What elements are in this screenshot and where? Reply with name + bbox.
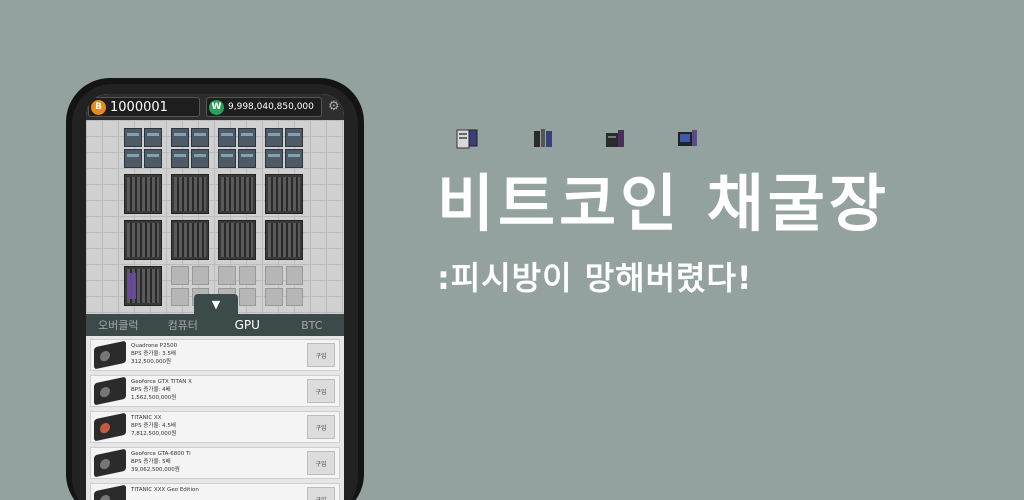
pc-case-pixel-icon bbox=[456, 129, 478, 149]
app-subtitle: :피시방이 망해버렸다! bbox=[437, 259, 753, 297]
list-item: Geoforce GTA-6800 Ti BPS 증가율: 5배 39,062,… bbox=[90, 447, 340, 479]
bitcoin-icon: B bbox=[91, 99, 106, 115]
gpu-card-icon bbox=[171, 128, 209, 168]
krw-amount: 9,998,040,850,000 bbox=[228, 102, 314, 112]
list-item: TITANIC XX BPS 증가율: 4.5배 7,812,500,000원 … bbox=[90, 411, 340, 443]
gpu-slot[interactable] bbox=[124, 128, 162, 168]
item-price: 312,500,000원 bbox=[131, 359, 172, 365]
empty-slot-icon bbox=[265, 266, 303, 306]
item-bps: BPS 증가율: 3.5배 bbox=[131, 351, 176, 357]
item-price: 39,062,500,000원 bbox=[131, 467, 180, 473]
gpu-card-icon bbox=[94, 484, 126, 500]
item-bps: BPS 증가율: 4배 bbox=[131, 387, 171, 393]
tab-computer[interactable]: 컴퓨터 bbox=[151, 314, 216, 336]
gpu-slot[interactable] bbox=[265, 174, 303, 214]
server-pixel-icon bbox=[606, 130, 624, 147]
item-bps: BPS 증가율: 5배 bbox=[131, 459, 171, 465]
gpu-slot[interactable] bbox=[171, 174, 209, 214]
gpu-card-icon bbox=[218, 174, 256, 214]
gpu-card-icon bbox=[265, 220, 303, 260]
tab-gpu[interactable]: GPU bbox=[215, 314, 280, 336]
item-name: Geoforce GTA-6800 Ti bbox=[131, 451, 191, 457]
buy-button[interactable]: 구입 bbox=[307, 451, 335, 475]
app-title: 비트코인 채굴장 bbox=[437, 167, 890, 240]
gpu-card-icon bbox=[124, 174, 162, 214]
gpu-card-icon bbox=[94, 448, 126, 478]
item-name: Geoforce GTX TITAN X bbox=[131, 379, 192, 385]
btc-amount: 1000001 bbox=[110, 99, 168, 115]
item-price: 1,562,500,000원 bbox=[131, 395, 177, 401]
gpu-slot[interactable] bbox=[124, 220, 162, 260]
gpu-slot[interactable] bbox=[124, 266, 162, 306]
gpu-card-icon bbox=[218, 128, 256, 168]
gpu-card-icon bbox=[171, 174, 209, 214]
btc-counter: B 1000001 bbox=[88, 97, 200, 117]
gpu-slot[interactable] bbox=[218, 174, 256, 214]
gpu-pixel-icon bbox=[534, 129, 552, 147]
item-name: Quadrone P2500 bbox=[131, 343, 178, 349]
list-item: TITANIC XXX Geo Edition 구입 bbox=[90, 483, 340, 500]
gpu-slot[interactable] bbox=[218, 220, 256, 260]
list-item: Geoforce GTX TITAN X BPS 증가율: 4배 1,562,5… bbox=[90, 375, 340, 407]
gpu-card-icon bbox=[94, 412, 126, 442]
gpu-card-icon bbox=[94, 376, 126, 406]
won-icon: W bbox=[209, 99, 224, 115]
buy-button[interactable]: 구입 bbox=[307, 343, 335, 367]
gpu-slot-empty[interactable] bbox=[265, 266, 303, 306]
buy-button[interactable]: 구입 bbox=[307, 487, 335, 500]
buy-button[interactable]: 구입 bbox=[307, 379, 335, 403]
gpu-card-icon bbox=[124, 266, 162, 306]
gpu-slot[interactable] bbox=[124, 174, 162, 214]
krw-counter: W 9,998,040,850,000 bbox=[206, 97, 322, 117]
item-price: 7,812,500,000원 bbox=[131, 431, 177, 437]
shop-tabs: 오버클럭 컴퓨터 GPU BTC bbox=[86, 314, 344, 336]
gpu-card-icon bbox=[171, 220, 209, 260]
gpu-shop-list: Quadrone P2500 BPS 증가율: 3.5배 312,500,000… bbox=[86, 336, 344, 500]
game-screen: B 1000001 W 9,998,040,850,000 ⚙ ▼ 오버클럭 컴… bbox=[86, 94, 344, 500]
item-name: TITANIC XX bbox=[131, 415, 162, 421]
gpu-slot[interactable] bbox=[265, 128, 303, 168]
list-item: Quadrone P2500 BPS 증가율: 3.5배 312,500,000… bbox=[90, 339, 340, 371]
gpu-card-icon bbox=[124, 220, 162, 260]
monitor-pixel-icon bbox=[678, 130, 697, 146]
tab-overclock[interactable]: 오버클럭 bbox=[86, 314, 151, 336]
drawer-toggle-button[interactable]: ▼ bbox=[194, 294, 238, 316]
tab-btc[interactable]: BTC bbox=[280, 314, 345, 336]
gpu-slot[interactable] bbox=[171, 220, 209, 260]
gpu-card-icon bbox=[265, 128, 303, 168]
gpu-slot[interactable] bbox=[171, 128, 209, 168]
gpu-slot[interactable] bbox=[218, 128, 256, 168]
gpu-card-icon bbox=[265, 174, 303, 214]
gpu-card-icon bbox=[124, 128, 162, 168]
gpu-slot[interactable] bbox=[265, 220, 303, 260]
gpu-rack-grid bbox=[86, 120, 344, 314]
gpu-card-icon bbox=[218, 220, 256, 260]
currency-bar: B 1000001 W 9,998,040,850,000 ⚙ bbox=[86, 94, 344, 120]
buy-button[interactable]: 구입 bbox=[307, 415, 335, 439]
item-name: TITANIC XXX Geo Edition bbox=[131, 487, 199, 493]
settings-gear-icon[interactable]: ⚙ bbox=[328, 100, 342, 114]
item-bps: BPS 증가율: 4.5배 bbox=[131, 423, 176, 429]
gpu-card-icon bbox=[94, 340, 126, 370]
